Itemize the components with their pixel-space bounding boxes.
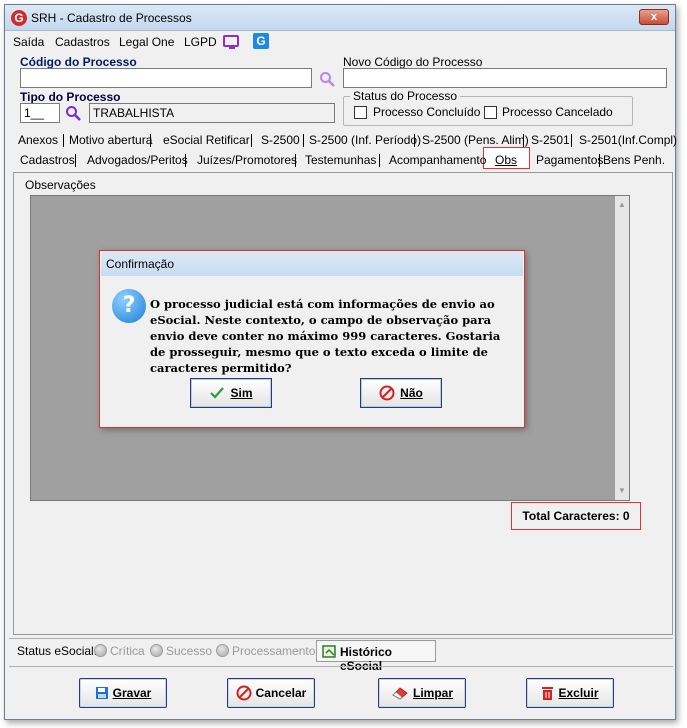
excluir-button[interactable]: Excluir — [526, 678, 614, 708]
total-caracteres-label: Total Caracteres: 0 — [511, 502, 641, 530]
tipo-label: Tipo do Processo — [20, 90, 121, 104]
menu-cadastros[interactable]: Cadastros — [55, 35, 110, 49]
tab-pagamentos[interactable]: Pagamentos — [536, 151, 603, 169]
observacoes-label: Observações — [25, 178, 96, 192]
tab-s2501[interactable]: S-2501 — [531, 131, 570, 149]
concluido-label: Processo Concluído — [373, 105, 481, 119]
tab-juizes-promotores[interactable]: Juízes/Promotores — [197, 151, 297, 169]
status-processo-group: Status do Processo Processo Concluído Pr… — [343, 89, 633, 126]
monitor-icon[interactable] — [223, 35, 239, 49]
novo-codigo-input[interactable] — [343, 68, 667, 88]
gravar-label: Gravar — [112, 686, 152, 700]
cancelado-checkbox[interactable] — [484, 106, 497, 119]
confirmation-dialog: Confirmação ? O processo judicial está c… — [99, 250, 525, 428]
tab-motivo-abertura[interactable]: Motivo abertura — [69, 131, 152, 149]
question-icon: ? — [112, 289, 146, 323]
status-processo-legend: Status do Processo — [350, 89, 461, 103]
nao-button[interactable]: Não — [360, 378, 442, 408]
codigo-input[interactable] — [20, 68, 312, 88]
search-codigo-icon[interactable] — [319, 71, 335, 87]
novo-codigo-label: Novo Código do Processo — [343, 55, 483, 69]
cancelar-label: Cancelar — [255, 686, 307, 700]
tab-advogados-peritos[interactable]: Advogados/Peritos — [87, 151, 188, 169]
tab-testemunhas[interactable]: Testemunhas — [305, 151, 376, 169]
tab-cadastros[interactable]: Cadastros — [20, 151, 75, 169]
tab-s2501-inf-compl[interactable]: S-2501(Inf.Compl) — [579, 131, 677, 149]
historico-icon — [322, 645, 336, 658]
tab-row-1: Anexos Motivo abertura eSocial Retificar… — [13, 131, 677, 149]
cancel-icon — [236, 685, 252, 701]
menu-lgpd[interactable]: LGPD — [184, 35, 217, 49]
tab-s2500[interactable]: S-2500 — [261, 131, 300, 149]
dialog-title[interactable]: Confirmação — [101, 252, 523, 276]
nao-label: Não — [400, 386, 423, 400]
scroll-up-icon[interactable]: ▲ — [617, 200, 627, 210]
sim-label: Sim — [230, 386, 253, 400]
tab-obs[interactable]: Obs — [495, 151, 517, 169]
cancelado-label: Processo Cancelado — [502, 105, 613, 119]
footer-bar: Gravar Cancelar Limpar Excluir — [9, 666, 673, 718]
eraser-icon — [392, 687, 408, 700]
processamento-label: Processamento — [232, 644, 316, 658]
tab-anexos[interactable]: Anexos — [18, 131, 58, 149]
trash-icon — [542, 686, 554, 700]
processamento-radio[interactable] — [216, 644, 229, 657]
esocial-status-bar: Status eSocial: Crítica Sucesso Processa… — [9, 638, 673, 673]
window-title: SRH - Cadastro de Processos — [31, 11, 192, 25]
save-icon — [95, 687, 108, 699]
tab-row-2: Cadastros Advogados/Peritos Juízes/Promo… — [13, 151, 671, 169]
tab-bens-penh[interactable]: Bens Penh. — [603, 151, 665, 169]
critica-radio[interactable] — [94, 644, 107, 657]
observacoes-scrollbar[interactable]: ▲ ▼ — [615, 196, 629, 500]
excluir-label: Excluir — [558, 686, 599, 700]
menu-legal-one[interactable]: Legal One — [119, 35, 174, 49]
dialog-message: O processo judicial está com informações… — [150, 297, 501, 375]
tipo-code-input[interactable]: 1__ — [20, 103, 60, 123]
status-esocial-label: Status eSocial: — [17, 644, 98, 658]
limpar-label: Limpar — [412, 686, 453, 700]
tab-s2500-inf-periodo[interactable]: S-2500 (Inf. Período) — [309, 131, 421, 149]
menu-saida[interactable]: Saída — [13, 35, 44, 49]
menu-bar: Saída Cadastros Legal One LGPD G — [5, 32, 675, 52]
sucesso-label: Sucesso — [166, 644, 213, 658]
concluido-checkbox[interactable] — [354, 106, 367, 119]
sim-button[interactable]: Sim — [190, 378, 272, 408]
scroll-down-icon[interactable]: ▼ — [617, 486, 627, 496]
tipo-desc-field: TRABALHISTA — [89, 103, 335, 123]
tab-acompanhamento[interactable]: Acompanhamento — [389, 151, 486, 169]
no-icon — [379, 385, 395, 401]
historico-esocial-tab[interactable]: Histórico eSocial — [316, 640, 436, 673]
limpar-button[interactable]: Limpar — [378, 678, 466, 708]
gravar-button[interactable]: Gravar — [79, 678, 167, 708]
title-bar[interactable]: G SRH - Cadastro de Processos x — [5, 5, 675, 31]
app-logo-icon: G — [11, 10, 27, 26]
critica-label: Crítica — [110, 644, 145, 658]
codigo-label: Código do Processo — [20, 55, 137, 69]
check-icon — [210, 387, 225, 399]
sucesso-radio[interactable] — [150, 644, 163, 657]
tab-esocial-retificar[interactable]: eSocial Retificar — [163, 131, 250, 149]
search-tipo-icon[interactable] — [65, 105, 81, 121]
g-icon[interactable]: G — [253, 33, 269, 49]
cancelar-button[interactable]: Cancelar — [227, 678, 315, 708]
close-button[interactable]: x — [639, 9, 669, 25]
